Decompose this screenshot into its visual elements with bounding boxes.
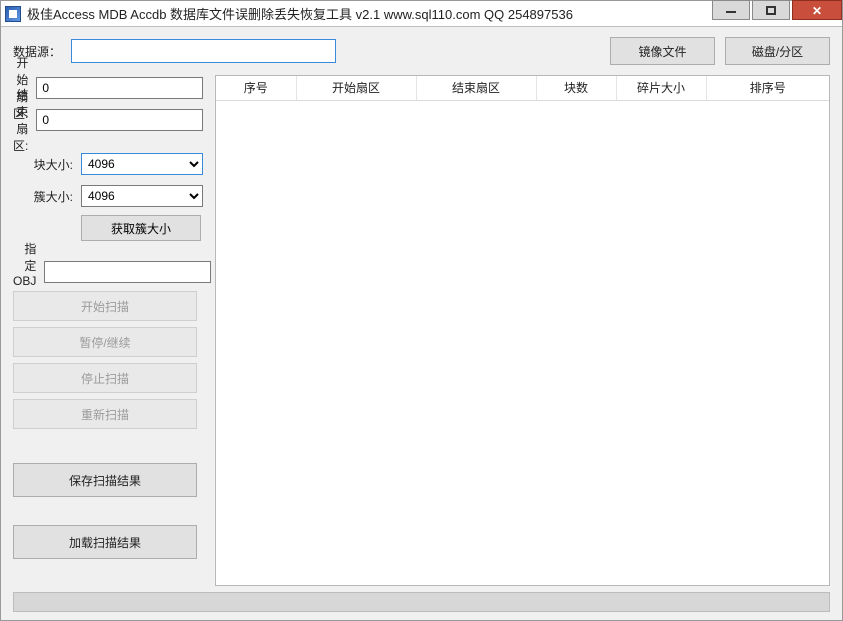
cluster-size-select[interactable]: 4096	[81, 185, 203, 207]
status-bar	[13, 592, 830, 612]
close-button[interactable]	[792, 0, 842, 20]
client-area: 数据源： 镜像文件 磁盘/分区 开始扇区: 结束扇区: 块大小:	[1, 27, 842, 620]
disk-partition-button[interactable]: 磁盘/分区	[725, 37, 830, 65]
col-start-sector[interactable]: 开始扇区	[296, 76, 416, 100]
col-block-count[interactable]: 块数	[536, 76, 616, 100]
cluster-size-label: 簇大小:	[13, 188, 73, 205]
table-empty-body	[216, 100, 829, 570]
minimize-button[interactable]	[712, 0, 750, 20]
col-fragment-size[interactable]: 碎片大小	[616, 76, 706, 100]
block-size-select[interactable]: 4096	[81, 153, 203, 175]
image-file-button[interactable]: 镜像文件	[610, 37, 715, 65]
get-cluster-size-button[interactable]: 获取簇大小	[81, 215, 201, 241]
data-source-row: 数据源： 镜像文件 磁盘/分区	[13, 37, 830, 65]
window-title: 极佳Access MDB Accdb 数据库文件误删除丢失恢复工具 v2.1 w…	[27, 4, 710, 23]
left-panel: 开始扇区: 结束扇区: 块大小: 4096 簇大小:	[13, 75, 203, 586]
rescan-button[interactable]: 重新扫描	[13, 399, 197, 429]
window-controls	[710, 1, 842, 26]
start-sector-input[interactable]	[36, 77, 203, 99]
app-window: 极佳Access MDB Accdb 数据库文件误删除丢失恢复工具 v2.1 w…	[0, 0, 843, 621]
start-scan-button[interactable]: 开始扫描	[13, 291, 197, 321]
data-source-input[interactable]	[71, 39, 336, 63]
stop-scan-button[interactable]: 停止扫描	[13, 363, 197, 393]
end-sector-input[interactable]	[36, 109, 203, 131]
title-bar: 极佳Access MDB Accdb 数据库文件误删除丢失恢复工具 v2.1 w…	[1, 1, 842, 27]
table-header-row: 序号 开始扇区 结束扇区 块数 碎片大小 排序号	[216, 76, 829, 100]
result-table[interactable]: 序号 开始扇区 结束扇区 块数 碎片大小 排序号	[215, 75, 830, 586]
obj-input[interactable]	[44, 261, 211, 283]
save-result-button[interactable]: 保存扫描结果	[13, 463, 197, 497]
right-panel: 序号 开始扇区 结束扇区 块数 碎片大小 排序号	[215, 75, 830, 586]
load-result-button[interactable]: 加载扫描结果	[13, 525, 197, 559]
body-row: 开始扇区: 结束扇区: 块大小: 4096 簇大小:	[13, 75, 830, 586]
pause-resume-button[interactable]: 暂停/继续	[13, 327, 197, 357]
col-index[interactable]: 序号	[216, 76, 296, 100]
col-sort-index[interactable]: 排序号	[706, 76, 829, 100]
maximize-button[interactable]	[752, 0, 790, 20]
col-end-sector[interactable]: 结束扇区	[416, 76, 536, 100]
block-size-label: 块大小:	[13, 156, 73, 173]
app-icon	[5, 6, 21, 22]
